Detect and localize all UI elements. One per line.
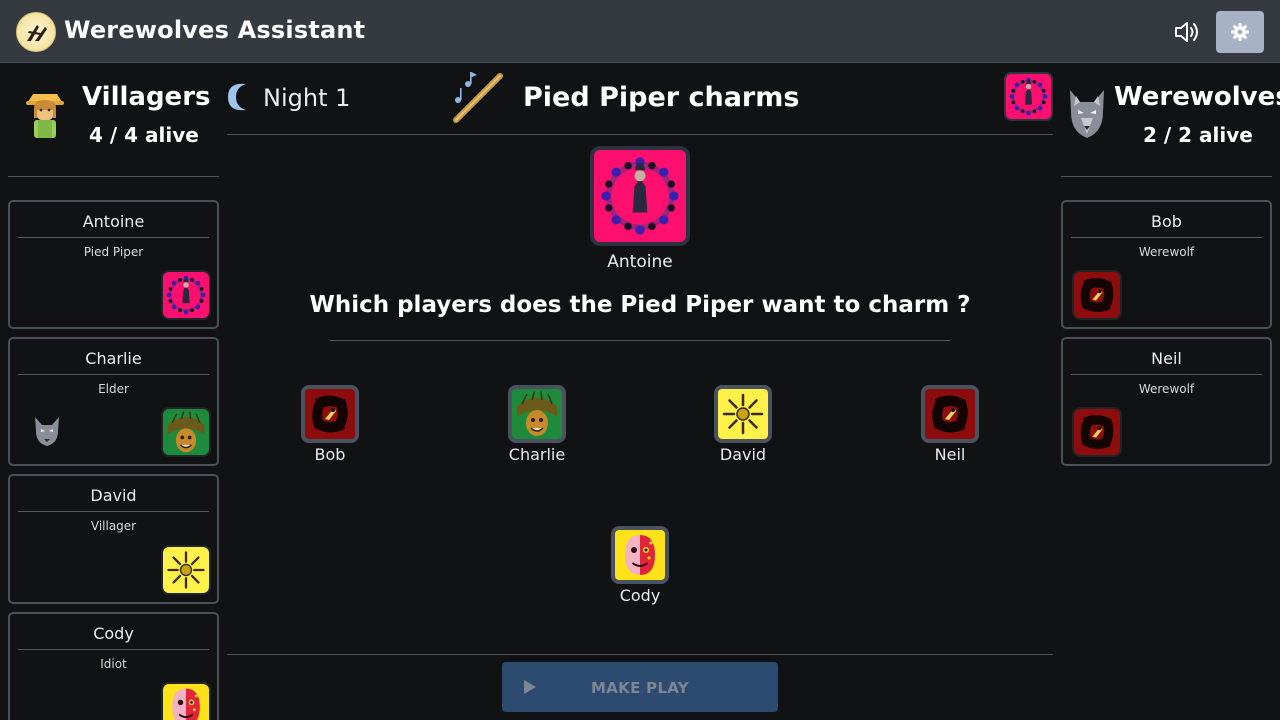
action-question: Which players does the Pied Piper want t… [309,292,971,318]
app-logo [16,12,56,52]
gear-icon [1231,23,1249,41]
target-player-neil[interactable]: Neil [890,385,1010,467]
player-role: Werewolf [1138,382,1195,396]
card-divider [1071,237,1262,238]
moon-icon [226,82,254,116]
pied-piper-role-icon [1004,72,1053,121]
player-name: Neil [1151,349,1182,368]
flute-icon [450,70,506,130]
player-card-cody[interactable]: Cody Idiot [8,612,219,720]
app-title: Werewolves Assistant [64,16,366,44]
player-role: Villager [90,519,137,533]
card-divider [18,511,209,512]
settings-button[interactable] [1216,11,1264,53]
card-divider [18,374,209,375]
target-name: Bob [314,445,346,464]
villager-role-icon [714,385,772,443]
target-name: David [719,445,767,464]
werewolves-alive-count: 2 / 2 alive [1143,123,1253,147]
pied-piper-role-icon [161,270,211,320]
phase-label: Night 1 [263,84,351,112]
werewolf-claw-icon [27,25,47,41]
idiot-role-icon [161,682,211,720]
footer-divider [227,654,1053,655]
player-card-bob[interactable]: Bob Werewolf [1061,200,1272,329]
player-card-david[interactable]: David Villager [8,474,219,604]
werewolf-role-icon [301,385,359,443]
werewolf-role-icon [1072,407,1122,457]
elder-role-icon [161,407,211,457]
idiot-role-icon [611,526,669,584]
speaker-icon [1175,22,1198,42]
werewolves-title: Werewolves [1114,82,1280,112]
player-role: Werewolf [1138,245,1195,259]
player-name: Antoine [82,212,145,231]
villagers-divider [8,176,219,177]
top-bar: Werewolves Assistant [0,0,1280,63]
sound-button[interactable] [1172,20,1202,44]
player-name: Charlie [85,349,142,368]
target-player-david[interactable]: David [683,385,803,467]
elder-role-icon [508,385,566,443]
make-play-label: MAKE PLAY [591,679,689,697]
villager-role-icon [161,545,211,595]
player-name: David [90,486,137,505]
card-divider [1071,374,1262,375]
player-role: Pied Piper [83,245,144,259]
werewolf-mark-icon [32,415,62,451]
target-name: Neil [934,445,966,464]
question-divider [330,340,950,341]
werewolf-role-icon [1072,270,1122,320]
player-card-neil[interactable]: Neil Werewolf [1061,337,1272,466]
player-role: Idiot [100,657,127,671]
werewolf-role-icon [921,385,979,443]
player-card-antoine[interactable]: Antoine Pied Piper [8,200,219,329]
target-player-cody[interactable]: Cody [580,526,700,608]
card-divider [18,649,209,650]
werewolf-avatar-icon [1066,88,1108,144]
target-name: Charlie [508,445,566,464]
target-player-bob[interactable]: Bob [270,385,390,467]
werewolves-divider [1061,176,1272,177]
action-title: Pied Piper charms [523,82,800,113]
villager-avatar-icon [24,88,66,144]
villagers-title: Villagers [82,82,211,112]
actor-name: Antoine [607,252,673,272]
target-name: Cody [619,586,661,605]
header-divider [227,134,1053,135]
player-name: Bob [1151,212,1182,231]
player-name: Cody [93,624,134,643]
player-card-charlie[interactable]: Charlie Elder [8,337,219,466]
player-role: Elder [98,382,129,396]
actor-pied-piper-icon [590,146,690,246]
villagers-alive-count: 4 / 4 alive [89,123,199,147]
make-play-button[interactable]: MAKE PLAY [502,662,778,712]
target-player-charlie[interactable]: Charlie [477,385,597,467]
card-divider [18,237,209,238]
